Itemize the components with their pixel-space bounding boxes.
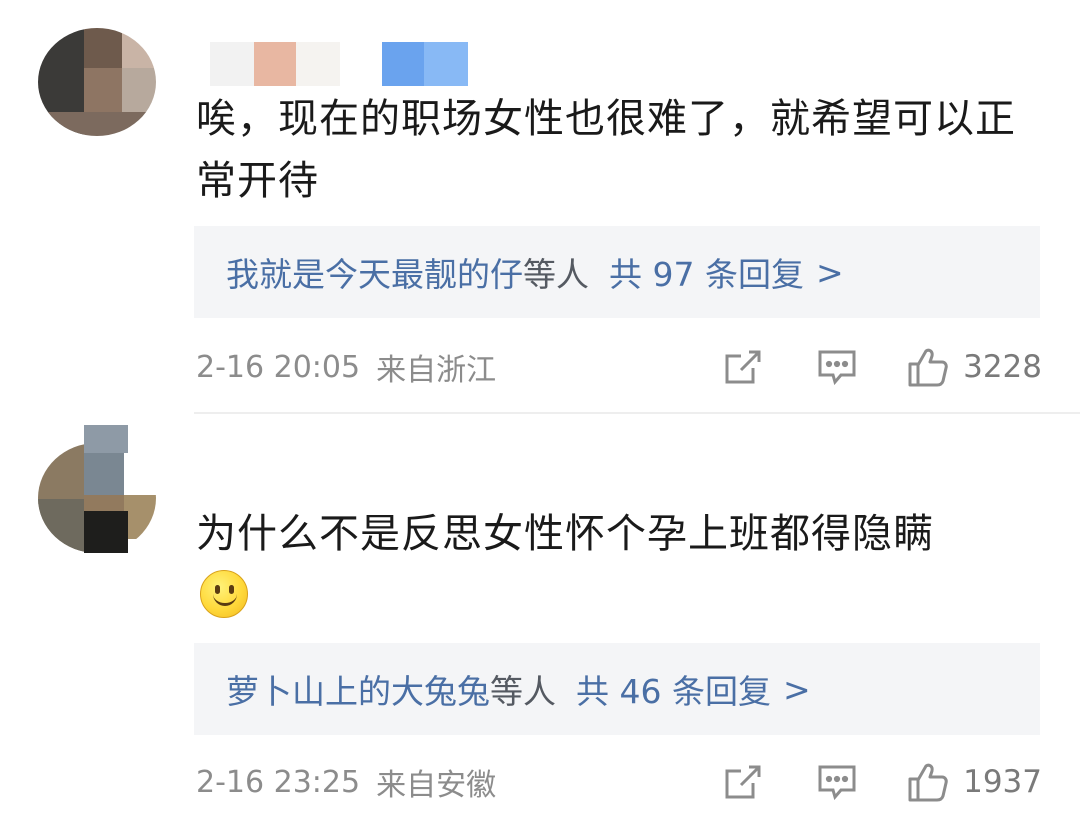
comment-item: 为什么不是反思女性怀个孕上班都得隐瞒 萝卜山上的大兔兔 等人 共 46 条回复 … (0, 415, 1080, 832)
avatar-mosaic-block (124, 495, 156, 539)
chevron-right-icon[interactable]: > (816, 253, 844, 292)
like-button[interactable]: 3228 (907, 346, 1042, 388)
comment-meta: 2-16 20:05 来自浙江 3228 (196, 342, 1042, 392)
avatar-mosaic-block (124, 443, 156, 495)
comment-actions: 1937 (723, 757, 1042, 807)
comment-meta: 2-16 23:25 来自安徽 1937 (196, 757, 1042, 807)
reply-suffix: 等人 (490, 672, 556, 711)
like-count: 3228 (963, 349, 1042, 385)
like-button[interactable]: 1937 (907, 761, 1042, 803)
avatar-mosaic-block (84, 28, 122, 68)
comment-icon[interactable] (817, 349, 857, 385)
thumbs-up-icon (908, 348, 948, 387)
avatar[interactable] (38, 28, 156, 136)
comment-item: 唉，现在的职场女性也很难了，就希望可以正常开待 我就是今天最靓的仔 等人 共 9… (0, 0, 1080, 415)
comment-location: 来自浙江 (376, 353, 497, 388)
comment-location: 来自安徽 (376, 768, 497, 803)
avatar-mosaic-block (122, 28, 156, 68)
comment-text: 唉，现在的职场女性也很难了，就希望可以正常开待 (196, 96, 1016, 204)
share-icon[interactable] (723, 763, 763, 801)
reply-count[interactable]: 共 46 条回复 (576, 665, 771, 713)
smile-emoji-icon (200, 570, 248, 618)
divider (194, 412, 1080, 414)
comment-actions: 3228 (723, 342, 1042, 392)
reply-count[interactable]: 共 97 条回复 (609, 248, 804, 296)
avatar-mosaic-block (38, 112, 156, 136)
chevron-right-icon[interactable]: > (783, 670, 811, 709)
reply-users[interactable]: 我就是今天最靓的仔 (226, 248, 523, 296)
avatar-mosaic-block (84, 511, 128, 553)
thumbs-up-icon (908, 763, 948, 802)
reply-summary[interactable]: 萝卜山上的大兔兔 等人 共 46 条回复 > (194, 643, 1040, 735)
comment-date: 2-16 23:25 (196, 764, 361, 800)
avatar-mosaic-block (122, 68, 156, 112)
like-count: 1937 (963, 764, 1042, 800)
username-redacted[interactable] (210, 42, 530, 86)
reply-users[interactable]: 萝卜山上的大兔兔 (226, 665, 490, 713)
reply-summary[interactable]: 我就是今天最靓的仔 等人 共 97 条回复 > (194, 226, 1040, 318)
reply-suffix: 等人 (523, 255, 589, 294)
share-icon[interactable] (723, 348, 763, 386)
comment-text: 为什么不是反思女性怀个孕上班都得隐瞒 (196, 511, 934, 557)
username-redacted[interactable] (84, 425, 128, 453)
comment-icon[interactable] (817, 764, 857, 800)
avatar-mosaic-block (84, 68, 122, 112)
comment-date: 2-16 20:05 (196, 349, 361, 385)
avatar-mosaic-block (38, 499, 84, 553)
